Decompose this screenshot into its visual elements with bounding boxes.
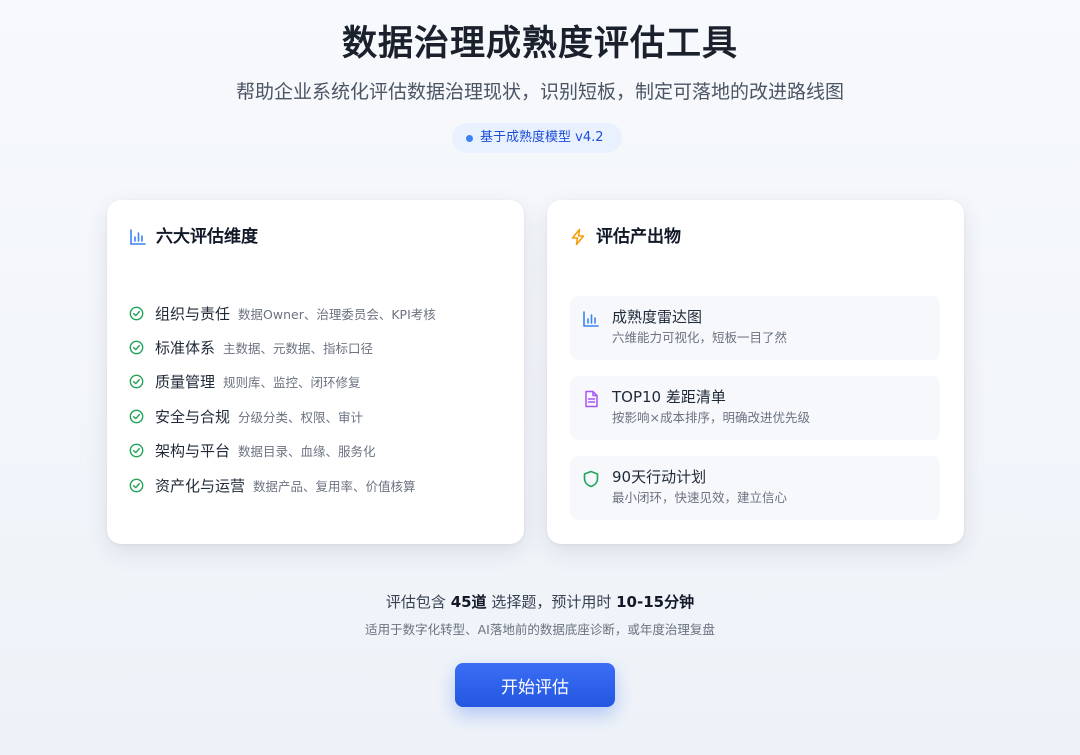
bar-chart-icon <box>583 311 599 327</box>
dimensions-list: 组织与责任 数据Owner、治理委员会、KPI考核 标准体系 主数据、元数据、指… <box>129 296 509 502</box>
list-item: 标准体系 主数据、元数据、指标口径 <box>129 330 509 364</box>
dimension-desc: 数据Owner、治理委员会、KPI考核 <box>238 306 436 322</box>
assessment-summary: 评估包含 45道 选择题，预计用时 10-15分钟 <box>0 590 1080 614</box>
dimension-name: 架构与平台 <box>155 442 231 461</box>
list-item: 架构与平台 数据目录、血缘、服务化 <box>129 434 509 468</box>
summary-middle: 选择题，预计用时 <box>486 593 617 611</box>
output-name: TOP10 差距清单 <box>612 388 726 406</box>
outputs-title-text: 评估产出物 <box>596 227 681 247</box>
dimension-desc: 数据产品、复用率、价值核算 <box>253 478 416 494</box>
check-circle-icon <box>129 306 144 321</box>
badge-dot-icon <box>466 135 473 142</box>
page-title: 数据治理成熟度评估工具 <box>341 24 738 64</box>
list-item: 质量管理 规则库、监控、闭环修复 <box>129 365 509 399</box>
bar-chart-icon <box>130 229 146 245</box>
document-icon <box>585 390 598 408</box>
check-circle-icon <box>129 478 144 493</box>
dimensions-title-text: 六大评估维度 <box>156 227 258 247</box>
dimension-name: 质量管理 <box>155 373 216 392</box>
output-desc: 六维能力可视化，短板一目了然 <box>612 330 788 345</box>
dimension-desc: 分级分类、权限、审计 <box>238 409 364 425</box>
check-circle-icon <box>129 340 144 355</box>
outputs-list: 成熟度雷达图 六维能力可视化，短板一目了然 TOP10 差距清单 按影响×成本排… <box>570 296 940 536</box>
badge-label: 基于成熟度模型 v4.2 <box>480 130 604 145</box>
output-name: 成熟度雷达图 <box>612 308 703 326</box>
outputs-card-title: 评估产出物 <box>569 225 681 249</box>
summary-prefix: 评估包含 <box>385 593 451 611</box>
check-circle-icon <box>129 409 144 424</box>
dimensions-card: 六大评估维度 组织与责任 数据Owner、治理委员会、KPI考核 标准体系 主数… <box>107 200 524 544</box>
question-count: 45道 <box>450 593 487 611</box>
page-subtitle: 帮助企业系统化评估数据治理现状，识别短板，制定可落地的改进路线图 <box>235 81 844 103</box>
dimension-name: 资产化与运营 <box>155 476 246 495</box>
dimension-desc: 规则库、监控、闭环修复 <box>223 375 361 391</box>
dimension-name: 组织与责任 <box>155 304 231 323</box>
lightning-icon <box>571 228 585 246</box>
dimension-name: 安全与合规 <box>155 407 231 426</box>
list-item: TOP10 差距清单 按影响×成本排序，明确改进优先级 <box>570 376 940 440</box>
dimension-name: 标准体系 <box>155 339 216 358</box>
list-item: 成熟度雷达图 六维能力可视化，短板一目了然 <box>570 296 940 360</box>
shield-icon <box>583 470 599 488</box>
dimension-desc: 主数据、元数据、指标口径 <box>223 341 374 357</box>
dimensions-card-title: 六大评估维度 <box>129 225 258 249</box>
estimated-duration: 10-15分钟 <box>616 593 695 611</box>
output-desc: 按影响×成本排序，明确改进优先级 <box>612 410 810 425</box>
check-circle-icon <box>129 443 144 458</box>
list-item: 资产化与运营 数据产品、复用率、价值核算 <box>129 468 509 502</box>
output-desc: 最小闭环，快速见效，建立信心 <box>612 490 788 505</box>
list-item: 90天行动计划 最小闭环，快速见效，建立信心 <box>570 456 940 520</box>
list-item: 安全与合规 分级分类、权限、审计 <box>129 399 509 433</box>
applicability-note: 适用于数字化转型、AI落地前的数据底座诊断，或年度治理复盘 <box>365 622 715 637</box>
outputs-card: 评估产出物 成熟度雷达图 六维能力可视化，短板一目了然 TOP10 差距清单 按… <box>547 200 964 544</box>
check-circle-icon <box>129 375 144 389</box>
start-assessment-button[interactable]: 开始评估 <box>455 663 615 707</box>
output-name: 90天行动计划 <box>612 468 707 486</box>
model-version-badge: 基于成熟度模型 v4.2 <box>452 123 622 153</box>
dimension-desc: 数据目录、血缘、服务化 <box>238 444 376 460</box>
list-item: 组织与责任 数据Owner、治理委员会、KPI考核 <box>129 296 509 330</box>
